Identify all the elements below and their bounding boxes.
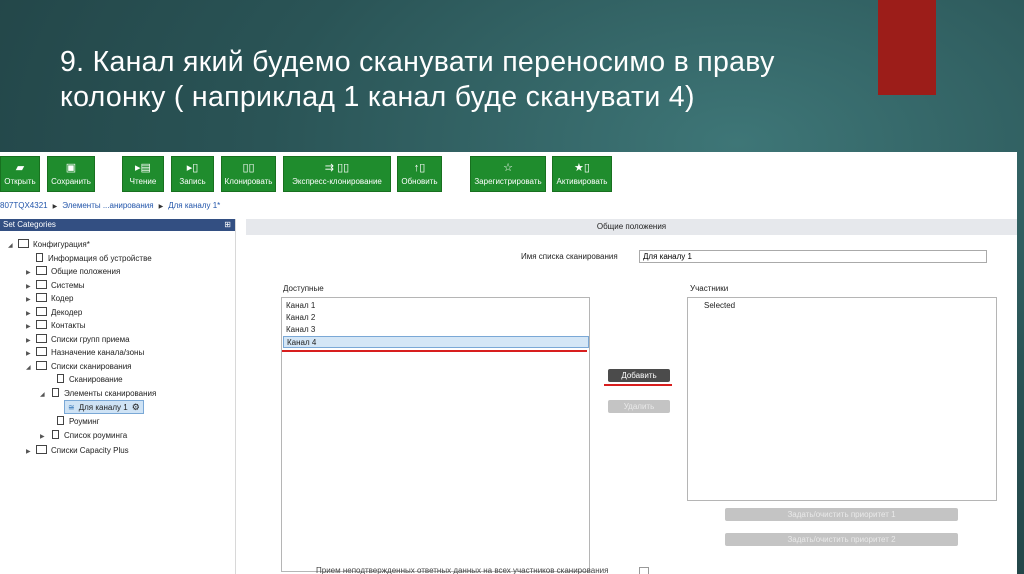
slide-accent-bar [878,0,936,95]
collapsed-arrow-icon[interactable]: ▶ [26,446,36,458]
star-icon: ☆ [503,162,513,174]
tree-item-capacity-plus[interactable]: ▶ Списки Capacity Plus [26,445,129,457]
main-panel: Общие положения Имя списка сканирования … [236,219,1017,574]
annotation-underline [282,350,587,352]
tree-item-contacts[interactable]: ▶ Контакты [26,320,86,332]
collapsed-arrow-icon[interactable]: ▶ [26,281,36,293]
bottom-option-label: Прием неподтвержденных ответных данных н… [316,566,609,574]
collapsed-arrow-icon[interactable]: ▶ [26,267,36,279]
list-item-channel-3[interactable]: Канал 3 [286,324,315,336]
section-header: Общие положения [246,219,1017,235]
toolbar: ▰ Открыть ▣ Сохранить ▸▤ Чтение ▸▯ Запис… [0,152,1017,198]
scan-list-icon: ≅ [68,403,75,412]
scan-list-name-input[interactable]: Для каналу 1 [639,250,987,263]
collapsed-arrow-icon[interactable]: ▶ [26,294,36,306]
document-icon [57,416,64,425]
register-button[interactable]: ☆ Зарегистрировать [470,156,546,192]
expanded-arrow-icon[interactable]: ◢ [40,389,50,401]
folder-icon [36,293,47,302]
clone-button[interactable]: ▯▯ Клонировать [221,156,276,192]
folder-icon [36,320,47,329]
multi-document-icon [52,430,59,439]
tree-item-roaming[interactable]: Роуминг [55,416,100,428]
collapsed-arrow-icon[interactable]: ▶ [26,335,36,347]
tree-item-scan-elements[interactable]: ◢ Элементы сканирования [40,388,156,400]
remove-button[interactable]: Удалить [608,400,670,413]
tree-item-decoder[interactable]: ▶ Декодер [26,307,82,319]
save-button[interactable]: ▣ Сохранить [47,156,95,192]
add-button[interactable]: Добавить [608,369,670,382]
sidebar-header: Set Categories ⊞ [0,219,235,231]
folder-icon [36,347,47,356]
tree-item-rx-group-lists[interactable]: ▶ Списки групп приема [26,334,130,346]
available-label: Доступные [283,284,324,293]
tree-item-scanning[interactable]: Сканирование [55,374,123,386]
breadcrumb: 807TQX4321 ▶ Элементы ...анирования ▶ Для ка… [0,201,220,215]
write-icon: ▸▯ [186,162,199,174]
tree-item-encoder[interactable]: ▶ Кодер [26,293,74,305]
list-item-channel-1[interactable]: Канал 1 [286,300,315,312]
folder-icon [36,361,47,370]
multi-document-icon [52,388,59,397]
app-window: ▰ Открыть ▣ Сохранить ▸▤ Чтение ▸▯ Запис… [0,152,1017,574]
open-button[interactable]: ▰ Открыть [0,156,40,192]
folder-open-icon: ▰ [15,162,25,174]
update-button[interactable]: ↑▯ Обновить [397,156,442,192]
available-list[interactable]: Канал 1 Канал 2 Канал 3 Канал 4 [281,297,590,572]
read-icon: ▸▤ [135,162,151,174]
collapsed-arrow-icon[interactable]: ▶ [40,431,50,443]
tree-item-general[interactable]: ▶ Общие положения [26,266,120,278]
bottom-option-checkbox[interactable] [639,567,649,574]
save-icon: ▣ [65,162,77,174]
folder-icon [36,334,47,343]
express-clone-icon: ⇉ ▯▯ [324,162,350,174]
tree-item-scan-lists[interactable]: ◢ Списки сканирования [26,361,132,373]
document-icon [36,253,43,262]
pin-icon[interactable]: ⊞ [224,219,231,231]
clone-icon: ▯▯ [242,162,255,174]
breadcrumb-separator-icon: ▶ [158,204,164,210]
activate-icon: ★▯ [574,162,590,174]
set-priority-2-button[interactable]: Задать/очистить приоритет 2 [725,533,958,546]
expanded-arrow-icon[interactable]: ◢ [26,362,36,374]
express-clone-button[interactable]: ⇉ ▯▯ Экспресс-клонирование [283,156,391,192]
list-item-selected[interactable]: Selected [704,300,735,312]
annotation-underline [604,384,672,386]
tree-item-configuration[interactable]: ◢ Конфигурация* [8,239,90,251]
activate-button[interactable]: ★▯ Активировать [552,156,612,192]
list-item-channel-4[interactable]: Канал 4 [283,336,589,348]
collapsed-arrow-icon[interactable]: ▶ [26,308,36,320]
read-button[interactable]: ▸▤ Чтение [122,156,164,192]
document-icon [57,374,64,383]
update-icon: ↑▯ [413,162,426,174]
collapsed-arrow-icon[interactable]: ▶ [26,321,36,333]
tree-item-roaming-list[interactable]: ▶ Список роуминга [40,430,127,442]
tree-item-channel-assignment[interactable]: ▶ Назначение канала/зоны [26,347,144,359]
members-list[interactable]: Selected [687,297,997,501]
slide-title: 9. Канал який будемо сканувати переносим… [60,46,775,113]
scan-list-name-label: Имя списка сканирования [521,252,618,261]
tree-item-device-info[interactable]: Информация об устройстве [34,253,152,265]
list-item-channel-2[interactable]: Канал 2 [286,312,315,324]
write-button[interactable]: ▸▯ Запись [171,156,214,192]
sidebar: Set Categories ⊞ ◢ Конфигурация* Информац… [0,219,236,574]
folder-icon [36,307,47,316]
gear-icon[interactable]: ⚙ [132,402,140,412]
folder-icon [36,280,47,289]
tree-item-systems[interactable]: ▶ Системы [26,280,85,292]
set-priority-1-button[interactable]: Задать/очистить приоритет 1 [725,508,958,521]
expanded-arrow-icon[interactable]: ◢ [8,240,18,252]
collapsed-arrow-icon[interactable]: ▶ [26,348,36,360]
members-label: Участники [690,284,729,293]
breadcrumb-item-device[interactable]: 807TQX4321 [0,201,48,210]
tree-item-for-channel-1[interactable]: ≅ Для каналу 1 ⚙ [64,400,144,414]
sidebar-title: Set Categories [3,220,56,229]
folder-icon [36,266,47,275]
breadcrumb-item-scan-elements[interactable]: Элементы ...анирования [62,201,153,210]
breadcrumb-separator-icon: ▶ [52,204,58,210]
breadcrumb-item-current[interactable]: Для каналу 1* [168,201,220,210]
folder-icon [36,445,47,454]
config-icon [18,239,29,248]
